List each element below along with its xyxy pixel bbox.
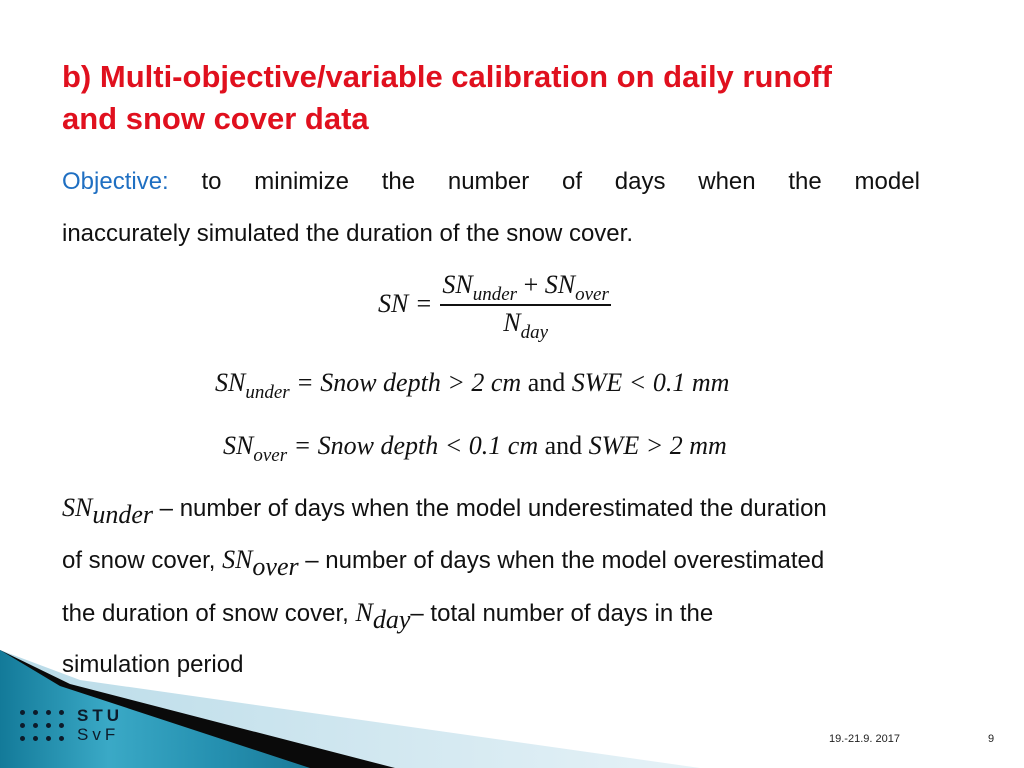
objective-word: when <box>698 168 756 195</box>
footer-date: 19.-21.9. 2017 <box>829 733 900 745</box>
subscript: under <box>92 500 154 529</box>
subscript: under <box>472 284 518 305</box>
fraction: SNunder + SNover Nday <box>440 270 611 342</box>
formula-rhs: = Snow depth < 0.1 cm <box>293 431 539 460</box>
formula-lhs: SN = <box>378 289 433 318</box>
symbol: SN <box>223 431 254 460</box>
formula-rhs: = Snow depth > 2 cm <box>296 368 522 397</box>
and-word: and <box>544 431 583 460</box>
objective-word: number <box>447 168 530 195</box>
definition-text: of snow cover, <box>62 547 223 574</box>
objective-word: the <box>381 168 416 195</box>
objective-line-2: inaccurately simulated the duration of t… <box>62 220 633 247</box>
formula-rhs: SWE < 0.1 mm <box>571 368 730 397</box>
objective-line-1: Objective: to minimize the number of day… <box>62 168 920 196</box>
logo-dots-icon <box>20 709 65 741</box>
logo-line-1: STU <box>77 706 123 725</box>
definition-line-3: the duration of snow cover, Nday– total … <box>62 598 714 633</box>
title-line-2: and snow cover data <box>62 101 369 136</box>
symbol: SN <box>215 368 246 397</box>
symbol: SN <box>544 270 576 299</box>
objective-word: model <box>854 168 920 195</box>
definition-line-2: of snow cover, SNover – number of days w… <box>62 545 825 580</box>
plus-sign: + <box>523 270 539 299</box>
and-word: and <box>527 368 566 397</box>
stu-svf-logo: STU SvF <box>20 706 123 744</box>
fraction-numerator: SNunder + SNover <box>440 270 611 306</box>
definition-line-4: simulation period <box>62 651 244 678</box>
slide-title: b) Multi-objective/variable calibration … <box>62 56 962 140</box>
definition-line-1: SNunder – number of days when the model … <box>62 493 827 528</box>
formula-sn-under: SNunder = Snow depth > 2 cm and SWE < 0.… <box>215 368 730 402</box>
objective-word: minimize <box>254 168 349 195</box>
formula-sn-over: SNover = Snow depth < 0.1 cm and SWE > 2… <box>223 431 727 465</box>
subscript: over <box>253 445 288 466</box>
definition-text: – total number of days in the <box>410 600 714 627</box>
symbol: SN <box>62 493 93 522</box>
formula-sn: SN = SNunder + SNover Nday <box>378 270 611 342</box>
subscript: under <box>245 382 290 403</box>
objective-word: the <box>788 168 822 195</box>
title-line-1: b) Multi-objective/variable calibration … <box>62 59 832 94</box>
objective-word: of <box>562 168 583 195</box>
objective-label: Objective: <box>62 168 169 195</box>
definition-text: the duration of snow cover, <box>62 600 356 627</box>
definition-text: – number of days when the model overesti… <box>298 547 825 574</box>
definition-text: – number of days when the model underest… <box>153 495 827 522</box>
subscript: over <box>252 552 299 581</box>
page-number: 9 <box>988 733 995 745</box>
symbol: SN <box>222 545 253 574</box>
symbol: SN <box>442 270 473 299</box>
subscript: day <box>372 605 411 634</box>
subscript: over <box>575 284 609 305</box>
symbol: N <box>355 598 373 627</box>
objective-word: days <box>614 168 666 195</box>
logo-text: STU SvF <box>77 706 123 744</box>
objective-word: to <box>201 168 222 195</box>
formula-rhs: SWE > 2 mm <box>588 431 727 460</box>
logo-line-2: SvF <box>77 725 120 744</box>
symbol: N <box>503 308 521 337</box>
subscript: day <box>520 322 548 343</box>
fraction-denominator: Nday <box>503 306 548 342</box>
